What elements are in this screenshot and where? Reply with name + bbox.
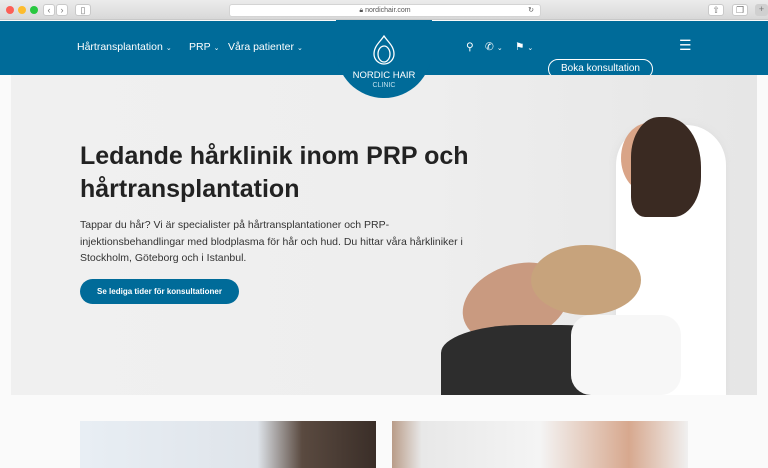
drop-logo-icon xyxy=(373,34,395,65)
phone-icon[interactable]: ✆ ⌄ xyxy=(485,41,503,53)
hero-lead: Tappar du hår? Vi är specialister på hår… xyxy=(80,219,463,264)
chevron-down-icon: ⌄ xyxy=(296,45,303,52)
logo[interactable]: NORDIC HAIR CLINIC xyxy=(336,20,432,98)
nav-item-hartransplantation[interactable]: Hårtransplantation ⌄ xyxy=(77,41,172,53)
nav-label: Hårtransplantation xyxy=(77,41,163,53)
address-bar[interactable]: 🔒︎ nordichair.com ↻ xyxy=(229,4,541,17)
maximize-window-button[interactable] xyxy=(30,6,38,14)
close-window-button[interactable] xyxy=(6,6,14,14)
forward-button[interactable]: › xyxy=(56,4,68,16)
back-button[interactable]: ‹ xyxy=(43,4,55,16)
nav-item-prp[interactable]: PRP ⌄ xyxy=(189,41,219,53)
sidebar-icon[interactable]: ▯ xyxy=(75,4,91,16)
chevron-down-icon: ⌄ xyxy=(165,45,172,52)
hero-image xyxy=(441,75,757,395)
new-tab-button[interactable]: + xyxy=(755,4,768,16)
hero-title: Ledande hårklinik inom PRP och hårtransp… xyxy=(80,142,469,203)
card-image-2[interactable] xyxy=(392,421,688,468)
menu-icon[interactable]: ☰ xyxy=(679,37,692,54)
logo-text: NORDIC HAIR xyxy=(352,70,416,81)
nav-item-vara-patienter[interactable]: Våra patienter ⌄ xyxy=(228,41,303,53)
share-icon[interactable]: ⇧ xyxy=(708,4,724,16)
nav-label: PRP xyxy=(189,41,211,53)
hero-section: Ledande hårklinik inom PRP och hårtransp… xyxy=(11,75,757,395)
search-icon[interactable]: ⚲ xyxy=(466,41,474,53)
logo-subtext: CLINIC xyxy=(372,82,396,89)
tabs-icon[interactable]: ❐ xyxy=(732,4,748,16)
available-times-button[interactable]: Se lediga tider för konsultationer xyxy=(80,279,239,304)
minimize-window-button[interactable] xyxy=(18,6,26,14)
nav-label: Våra patienter xyxy=(228,41,294,53)
flag-icon[interactable]: ⚑ ⌄ xyxy=(515,41,533,53)
chevron-down-icon: ⌄ xyxy=(213,45,220,52)
card-image-1[interactable] xyxy=(80,421,376,468)
reload-icon[interactable]: ↻ xyxy=(528,5,534,17)
browser-toolbar: ‹ › ▯ 🔒︎ nordichair.com ↻ ⇧ ❐ + xyxy=(0,0,768,20)
url-text: nordichair.com xyxy=(365,7,411,14)
